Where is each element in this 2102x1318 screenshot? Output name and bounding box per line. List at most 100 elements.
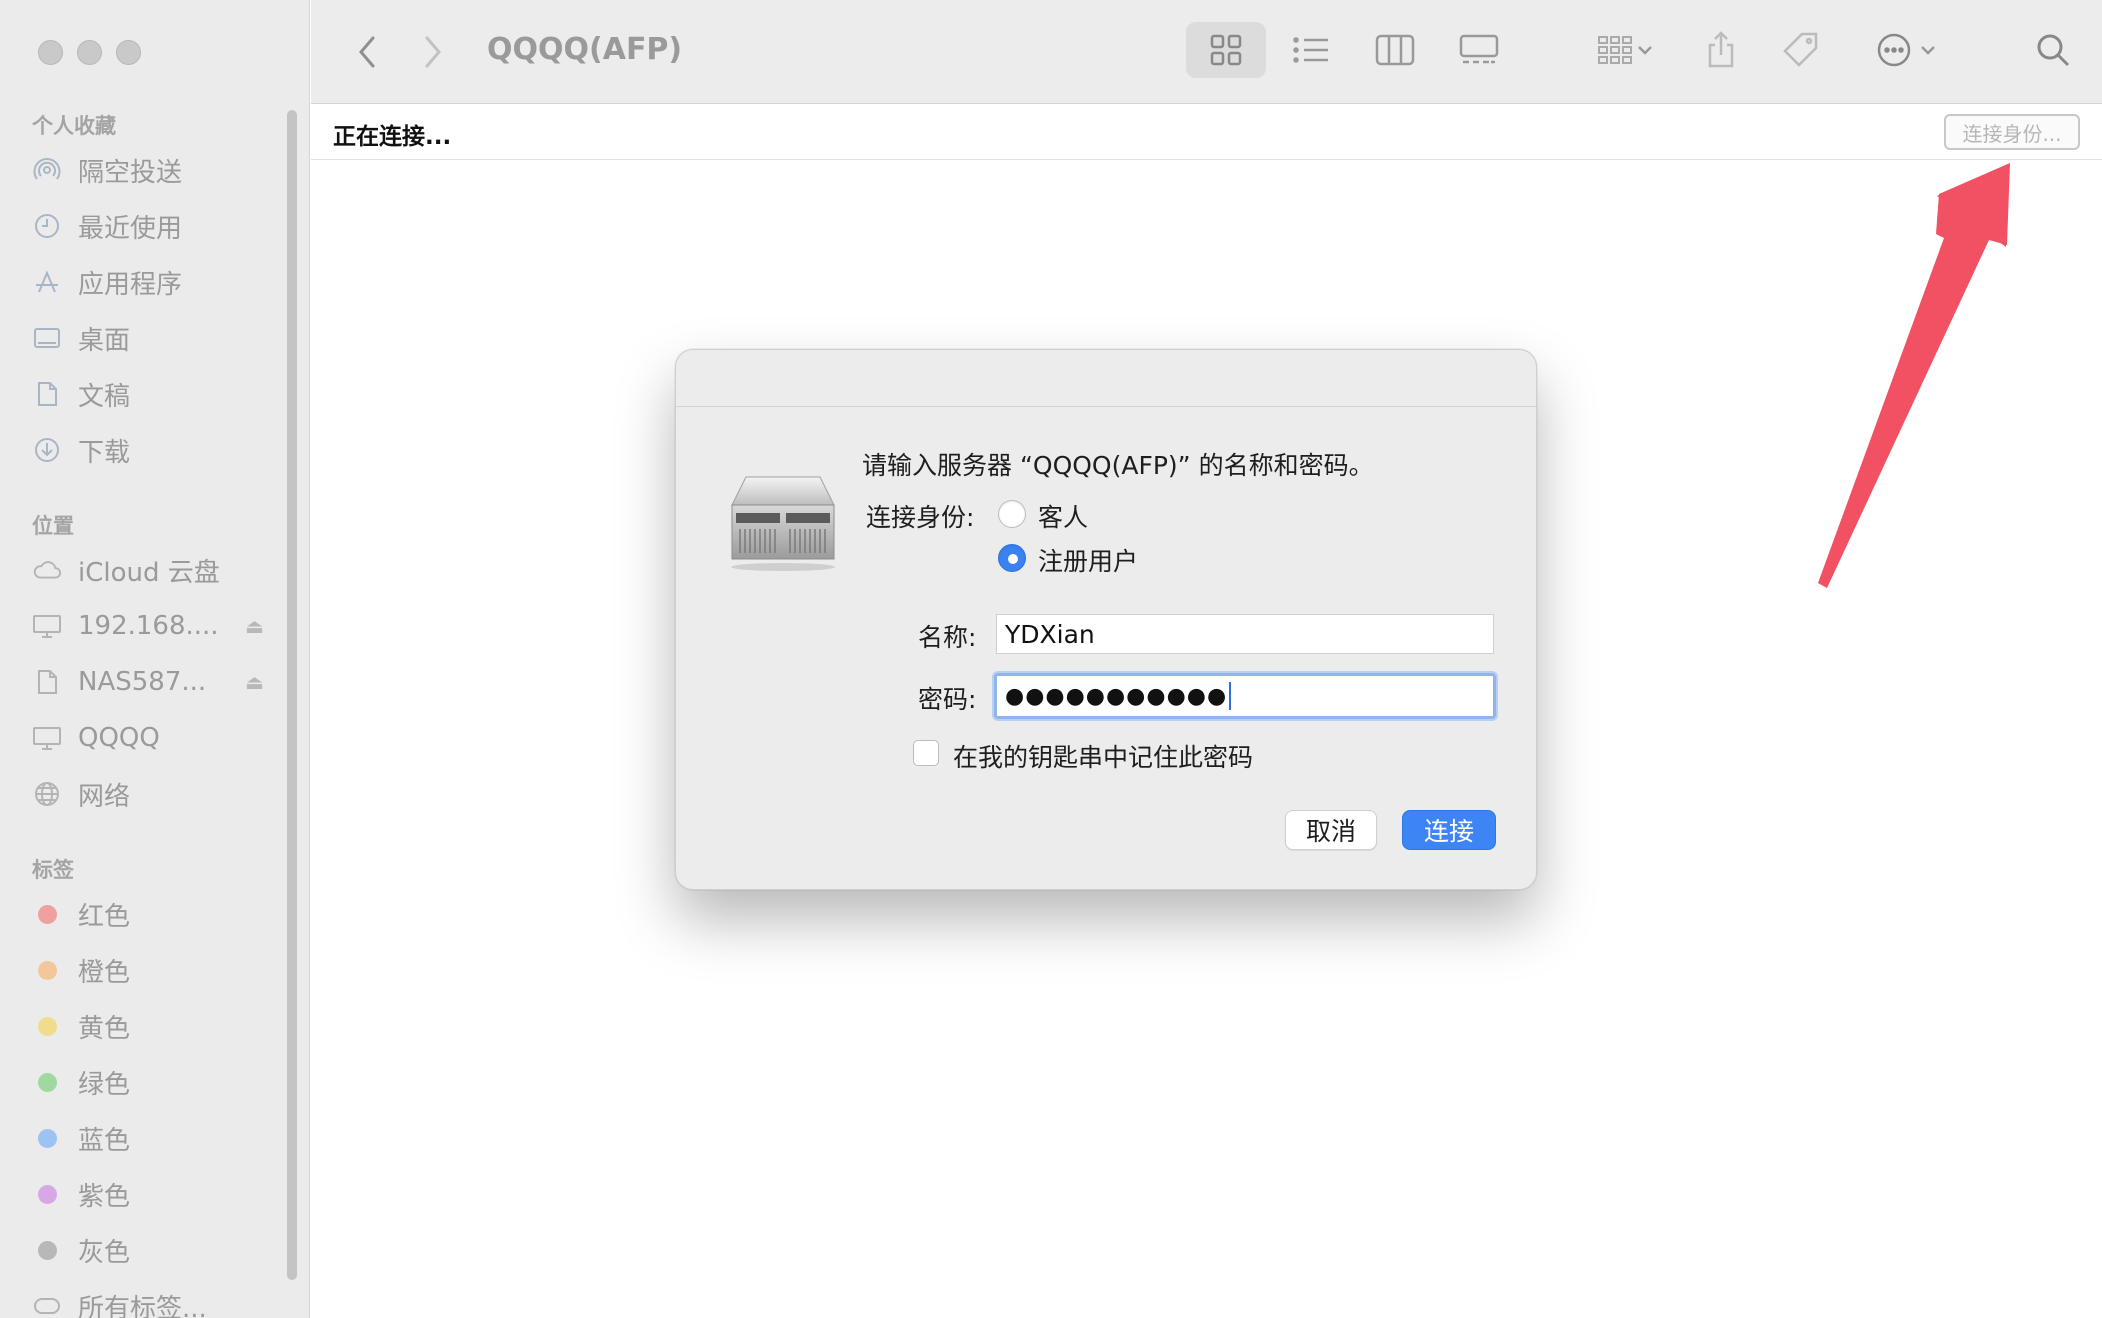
document-icon: [32, 379, 62, 409]
chevron-right-icon: [425, 36, 441, 68]
airdrop-icon: [32, 155, 62, 185]
search-button[interactable]: [2023, 22, 2083, 78]
monitor-icon: [32, 723, 62, 753]
sidebar-item-ip-server[interactable]: 192.168.... ⏏: [32, 606, 292, 646]
tag-icon: [1783, 32, 1818, 67]
sidebar-scrollbar[interactable]: [287, 110, 297, 1280]
remember-password-label[interactable]: 在我的钥匙串中记住此密码: [953, 738, 1253, 774]
icon-view-button[interactable]: [1186, 22, 1266, 78]
sidebar-tag-purple[interactable]: 紫色: [32, 1174, 292, 1214]
red-tag-dot: [37, 904, 57, 924]
toolbar: QQQQ(AFP): [311, 0, 2102, 104]
sidebar-item-icloud[interactable]: iCloud 云盘: [32, 550, 292, 590]
sidebar-all-tags[interactable]: 所有标签...: [32, 1286, 292, 1318]
window-title: QQQQ(AFP): [487, 32, 683, 67]
connection-status-bar: 正在连接... 连接身份...: [311, 104, 2102, 160]
connecting-status: 正在连接...: [333, 124, 452, 150]
sidebar-item-network[interactable]: 网络: [32, 774, 292, 814]
column-view-button[interactable]: [1355, 22, 1435, 78]
password-field[interactable]: ●●●●●●●●●●●: [994, 673, 1496, 719]
grid-icon: [1210, 34, 1242, 66]
sidebar-tag-blue[interactable]: 蓝色: [32, 1118, 292, 1158]
green-tag-dot: [37, 1072, 57, 1092]
registered-user-radio-label[interactable]: 注册用户: [1038, 542, 1138, 578]
connect-as-button[interactable]: 连接身份...: [1944, 114, 2080, 150]
sidebar-item-label: 应用程序: [78, 269, 183, 300]
name-field[interactable]: YDXian: [996, 614, 1494, 654]
download-icon: [32, 435, 62, 465]
text-caret: [1229, 682, 1232, 710]
cancel-button[interactable]: 取消: [1285, 810, 1377, 850]
group-by-button[interactable]: [1585, 22, 1665, 78]
sidebar-item-label: NAS587...: [78, 667, 207, 697]
sidebar-item-label: 橙色: [78, 957, 131, 988]
sidebar-item-label: iCloud 云盘: [78, 557, 220, 588]
sidebar-item-label: 桌面: [78, 325, 131, 356]
gray-tag-dot: [37, 1240, 57, 1260]
dialog-titlebar: [676, 350, 1536, 407]
connect-button[interactable]: 连接: [1402, 810, 1496, 850]
sidebar-tag-green[interactable]: 绿色: [32, 1062, 292, 1102]
eject-icon[interactable]: ⏏: [245, 614, 264, 638]
tags-section-title: 标签: [32, 858, 74, 882]
list-view-button[interactable]: [1271, 22, 1351, 78]
guest-radio[interactable]: [998, 500, 1026, 528]
sidebar-item-label: 192.168....: [78, 611, 219, 641]
sidebar-item-desktop[interactable]: 桌面: [32, 318, 292, 358]
clock-icon: [32, 211, 62, 241]
document-icon: [32, 667, 62, 697]
list-icon: [1293, 37, 1328, 63]
connect-as-label: 连接身份:: [866, 503, 975, 532]
sidebar-item-airdrop[interactable]: 隔空投送: [32, 150, 292, 190]
sidebar-item-documents[interactable]: 文稿: [32, 374, 292, 414]
sidebar-item-downloads[interactable]: 下载: [32, 430, 292, 470]
sidebar-tag-gray[interactable]: 灰色: [32, 1230, 292, 1270]
remember-password-checkbox[interactable]: [913, 740, 939, 766]
sidebar-item-label: 蓝色: [78, 1125, 131, 1156]
all-tags-icon: [32, 1291, 62, 1318]
minimize-window-button[interactable]: [77, 40, 102, 65]
globe-icon: [32, 779, 62, 809]
sidebar-item-nas[interactable]: NAS587... ⏏: [32, 662, 292, 702]
back-button[interactable]: [347, 30, 387, 74]
favorites-section-title: 个人收藏: [32, 114, 116, 138]
gallery-view-button[interactable]: [1439, 22, 1519, 78]
blue-tag-dot: [37, 1128, 57, 1148]
server-icon: [731, 476, 835, 571]
forward-button[interactable]: [413, 30, 453, 74]
columns-icon: [1375, 34, 1415, 66]
password-label: 密码:: [918, 685, 977, 714]
sidebar-item-label: 隔空投送: [78, 157, 183, 188]
sidebar-item-label: 所有标签...: [78, 1293, 207, 1318]
registered-user-radio[interactable]: [998, 544, 1026, 572]
sidebar-tag-yellow[interactable]: 黄色: [32, 1006, 292, 1046]
share-icon: [1708, 31, 1734, 68]
more-actions-button[interactable]: [1861, 22, 1951, 78]
share-button[interactable]: [1691, 22, 1751, 78]
locations-section-title: 位置: [32, 514, 74, 538]
eject-icon[interactable]: ⏏: [245, 670, 264, 694]
yellow-tag-dot: [37, 1016, 57, 1036]
guest-radio-label[interactable]: 客人: [1038, 498, 1088, 534]
zoom-window-button[interactable]: [116, 40, 141, 65]
sidebar-item-label: 灰色: [78, 1237, 131, 1268]
applications-icon: [32, 267, 62, 297]
name-field-value: YDXian: [1005, 619, 1095, 649]
sidebar-item-label: 文稿: [78, 381, 131, 412]
gallery-icon: [1459, 34, 1499, 64]
password-field-value: ●●●●●●●●●●●: [1005, 683, 1228, 709]
sidebar-item-label: 网络: [78, 781, 131, 812]
chevron-down-icon: [1638, 46, 1652, 55]
tag-button[interactable]: [1771, 22, 1831, 78]
sidebar-item-recents[interactable]: 最近使用: [32, 206, 292, 246]
chevron-left-icon: [359, 36, 375, 68]
sidebar-item-applications[interactable]: 应用程序: [32, 262, 292, 302]
sidebar-tag-red[interactable]: 红色: [32, 894, 292, 934]
sidebar-item-label: 绿色: [78, 1069, 131, 1100]
sidebar-item-qqqq[interactable]: QQQQ: [32, 718, 292, 758]
sidebar-tag-orange[interactable]: 橙色: [32, 950, 292, 990]
sidebar-item-label: 最近使用: [78, 213, 183, 244]
dialog-prompt: 请输入服务器 “QQQQ(AFP)” 的名称和密码。: [862, 451, 1374, 480]
sidebar-item-label: 黄色: [78, 1013, 131, 1044]
close-window-button[interactable]: [38, 40, 63, 65]
